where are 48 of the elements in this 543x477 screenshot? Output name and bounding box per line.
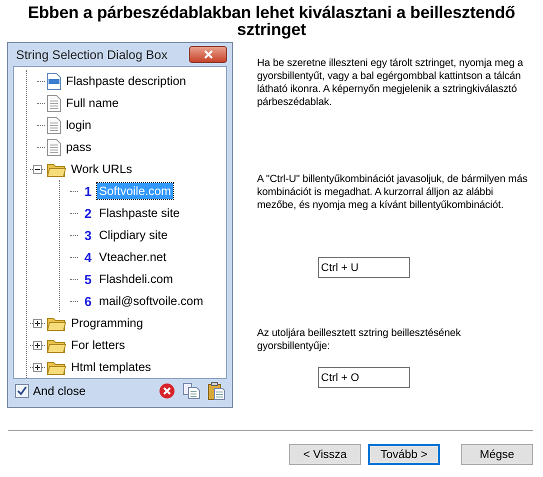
close-icon [204, 50, 212, 59]
expand-toggle[interactable] [33, 318, 42, 328]
tree-item[interactable]: Flashpaste site [97, 205, 182, 221]
tree-item[interactable]: Programming [69, 315, 146, 331]
clipboard-icon[interactable] [208, 382, 225, 400]
wizard-button[interactable]: Mégse [461, 444, 533, 465]
delete-icon[interactable] [159, 382, 175, 398]
tree-item[interactable]: For letters [69, 337, 128, 353]
folder-icon [47, 338, 66, 352]
item-number: 2 [83, 206, 93, 220]
description-text: A "Ctrl-U" billentyűkombinációt javasoljuk, de bármilyen más kombinációt is megadhat. A kurzorral álljon az alábbi mezőbe, és nyomja meg a kívánt billentyűkombinációt. [257, 173, 528, 212]
expand-toggle[interactable] [33, 362, 42, 372]
copy-icon[interactable] [183, 382, 200, 398]
folder-icon [47, 316, 66, 330]
item-number: 1 [83, 184, 93, 198]
document-icon [47, 94, 61, 112]
folder-icon [47, 162, 66, 176]
item-number: 6 [83, 294, 93, 308]
description-text: Ha be szeretne illeszteni egy tárolt sztringet, nyomja meg a gyorsbillentyűt, vagy a bal egérgombbal kattintson a tálcán látható ikonra. A képernyőn megjelenik a sztringkiválasztó párbeszédablak. [257, 57, 524, 109]
wizard-button[interactable]: < Vissza [289, 444, 361, 465]
hotkey-field[interactable]: Ctrl + U [318, 257, 410, 278]
tree-item[interactable]: mail@softvoile.com [97, 293, 206, 309]
tree-item[interactable]: login [64, 117, 94, 133]
item-number: 4 [83, 250, 93, 264]
tree-item[interactable]: Full name [64, 95, 121, 111]
page-heading: Ebben a párbeszédablakban lehet kiválasztani a beillesztendő sztringet [26, 4, 516, 38]
rtf-file-icon [47, 72, 61, 90]
tree-item[interactable]: Vteacher.net [97, 249, 168, 265]
wizard-button[interactable]: Tovább > [368, 444, 440, 465]
description-text: Az utoljára beillesztett sztring beillesztésének gyorsbillentyűje: [257, 327, 462, 353]
item-number: 3 [83, 228, 93, 242]
tree-item[interactable]: Work URLs [69, 161, 134, 177]
folder-icon [47, 360, 66, 374]
document-icon [47, 116, 61, 134]
dialog-title: String Selection Dialog Box [15, 48, 168, 62]
expand-toggle[interactable] [33, 340, 42, 350]
tree-item[interactable]: pass [64, 139, 94, 155]
checkbox-label: And close [33, 384, 87, 398]
and-close-checkbox[interactable] [15, 384, 29, 398]
tree-item[interactable]: Html templates [69, 359, 154, 375]
last-hotkey-field[interactable]: Ctrl + O [318, 367, 410, 388]
close-button[interactable] [189, 46, 227, 63]
tree-item[interactable]: Flashpaste description [64, 73, 188, 89]
tree-item[interactable]: Clipdiary site [97, 227, 170, 243]
document-icon [47, 138, 61, 156]
tree-item[interactable]: Flashdeli.com [97, 271, 176, 287]
item-number: 5 [83, 272, 93, 286]
expand-toggle[interactable] [33, 164, 42, 174]
